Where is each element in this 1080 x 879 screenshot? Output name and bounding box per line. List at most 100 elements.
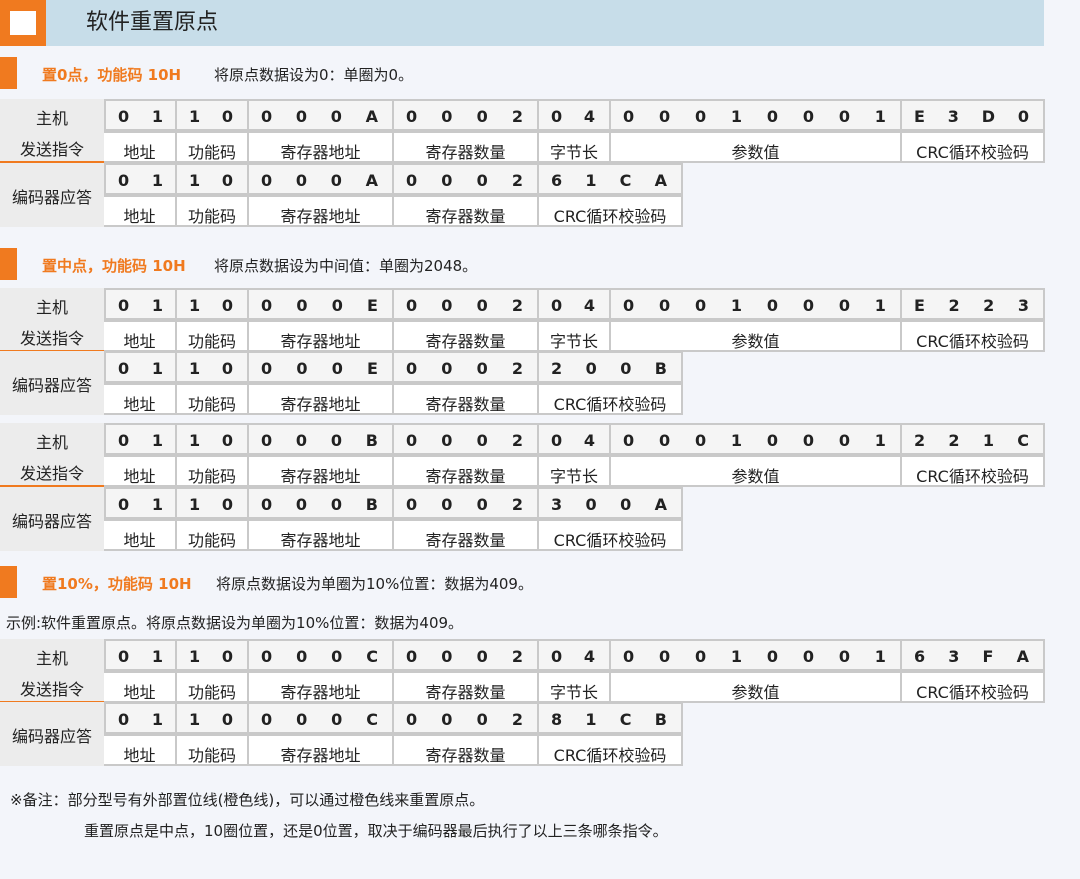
addr-value-digits: 01 [118,431,163,451]
section-lead: 置中点，功能码 10H [42,257,186,275]
param-caption: 参数值 [611,455,902,487]
digit: A [654,495,667,514]
digit: 0 [551,647,563,666]
digit: 0 [551,296,563,315]
reg-addr-caption: 寄存器地址 [249,320,394,352]
digit: 0 [406,359,418,378]
param-value: 0 0 0 1 0 0 0 1 [611,639,902,671]
byte-len-caption: 字节长 [539,131,611,163]
crc-caption-text: CRC循环校验码 [916,683,1029,702]
param-value: 0 0 0 1 0 0 0 1 [611,288,902,320]
reg-addr-caption: 寄存器地址 [249,383,394,415]
digit: B [365,495,378,514]
crc-value-digits: 6 1 C A [551,171,667,191]
digit: 0 [295,107,307,126]
digit: 0 [261,296,273,315]
crc-value: E 2 2 3 [902,288,1045,320]
reg-count-value-digits: 0 0 0 2 [406,359,523,379]
func-caption-text: 功能码 [187,467,236,486]
digit: 0 [441,495,453,514]
digit: 0 [623,107,635,126]
addr-value: 01 [104,99,177,131]
digit: 0 [118,647,130,666]
reg-addr-caption: 寄存器地址 [249,519,394,551]
func-value-digits: 10 [189,107,233,127]
digit: A [1016,647,1029,666]
byte-len-caption: 字节长 [539,320,611,352]
digit: 1 [730,296,743,315]
reply-label: 编码器应答 [11,727,92,746]
byte-len-value: 04 [539,423,611,455]
digit: 1 [982,431,994,450]
digit: 3 [948,647,960,666]
digit: 2 [551,359,563,378]
digit: 2 [511,647,523,666]
addr-caption-text: 地址 [123,332,156,351]
reg-addr-caption-text: 寄存器地址 [280,395,361,414]
reg-addr-value: 0 0 0 A [249,99,394,131]
reg-count-value: 0 0 0 2 [394,639,539,671]
digit: 1 [151,495,163,514]
reg-count-caption-text: 寄存器数量 [425,467,506,486]
digit: 0 [585,359,597,378]
addr-value: 01 [104,639,177,671]
digit: 0 [441,647,453,666]
digit: 0 [802,647,814,666]
digit: 0 [802,296,814,315]
note-line-1: ※备注：部分型号有外部置位线(橙色线)，可以通过橙色线来重置原点。 [10,791,485,809]
example-text: 示例:软件重置原点。将原点数据设为单圈为10%位置：数据为409。 [6,614,464,632]
digit: A [654,171,667,190]
reg-count-value: 0 0 0 2 [394,288,539,320]
byte-len-caption-text: 字节长 [549,332,598,351]
reg-addr-caption-text: 寄存器地址 [280,746,361,765]
digit: 4 [583,431,595,450]
reg-count-caption-text: 寄存器数量 [425,746,506,765]
digit: 0 [295,431,308,450]
digit: 2 [511,431,523,450]
reg-addr-value-digits: 0 0 0 C [261,710,378,730]
digit: B [654,710,667,729]
func-value-digits: 10 [189,647,233,667]
digit: 0 [658,647,671,666]
byte-len-value-digits: 04 [551,296,595,316]
host-label: 主机 [35,298,68,317]
param-value: 0 0 0 1 0 0 0 1 [611,423,902,455]
section-desc: 将原点数据设为单圈为10%位置：数据为409。 [216,575,533,593]
digit: 0 [261,107,273,126]
note-line-2: 重置原点是中点，10圈位置，还是0位置，取决于编码器最后执行了以上三条哪条指令。 [84,822,668,840]
digit: 4 [583,296,595,315]
reg-addr-caption: 寄存器地址 [249,195,394,227]
reg-addr-value: 0 0 0 C [249,702,394,734]
digit: 0 [295,495,308,514]
digit: 6 [551,171,563,190]
reg-count-value: 0 0 0 2 [394,99,539,131]
param-value-digits: 0 0 0 1 0 0 0 1 [623,107,886,127]
reply-label: 编码器应答 [11,376,92,395]
crc-value: 3 0 0 A [539,487,683,519]
func-caption-text: 功能码 [187,683,236,702]
addr-caption-text: 地址 [123,467,156,486]
crc-caption-text: CRC循环校验码 [916,143,1029,162]
reg-addr-caption: 寄存器地址 [249,671,394,703]
digit: 0 [476,431,488,450]
digit: 2 [511,359,523,378]
crc-caption-text: CRC循环校验码 [916,332,1029,351]
digit: 1 [585,710,597,729]
digit: 1 [151,359,163,378]
digit: 0 [694,647,707,666]
param-caption-text: 参数值 [731,683,780,702]
digit: 2 [948,296,960,315]
addr-value-digits: 01 [118,107,163,127]
digit: 3 [947,107,959,126]
func-value: 10 [177,702,249,734]
digit: 0 [838,647,850,666]
addr-caption: 地址 [104,195,177,227]
reg-addr-value: 0 0 0 C [249,639,394,671]
reply-label: 编码器应答 [11,512,92,531]
param-value-digits: 0 0 0 1 0 0 0 1 [623,431,886,451]
byte-len-value: 04 [539,99,611,131]
func-caption: 功能码 [177,671,249,703]
section-desc: 将原点数据设为中间值：单圈为2048。 [214,257,478,275]
digit: 1 [585,171,597,190]
digit: E [367,359,378,378]
